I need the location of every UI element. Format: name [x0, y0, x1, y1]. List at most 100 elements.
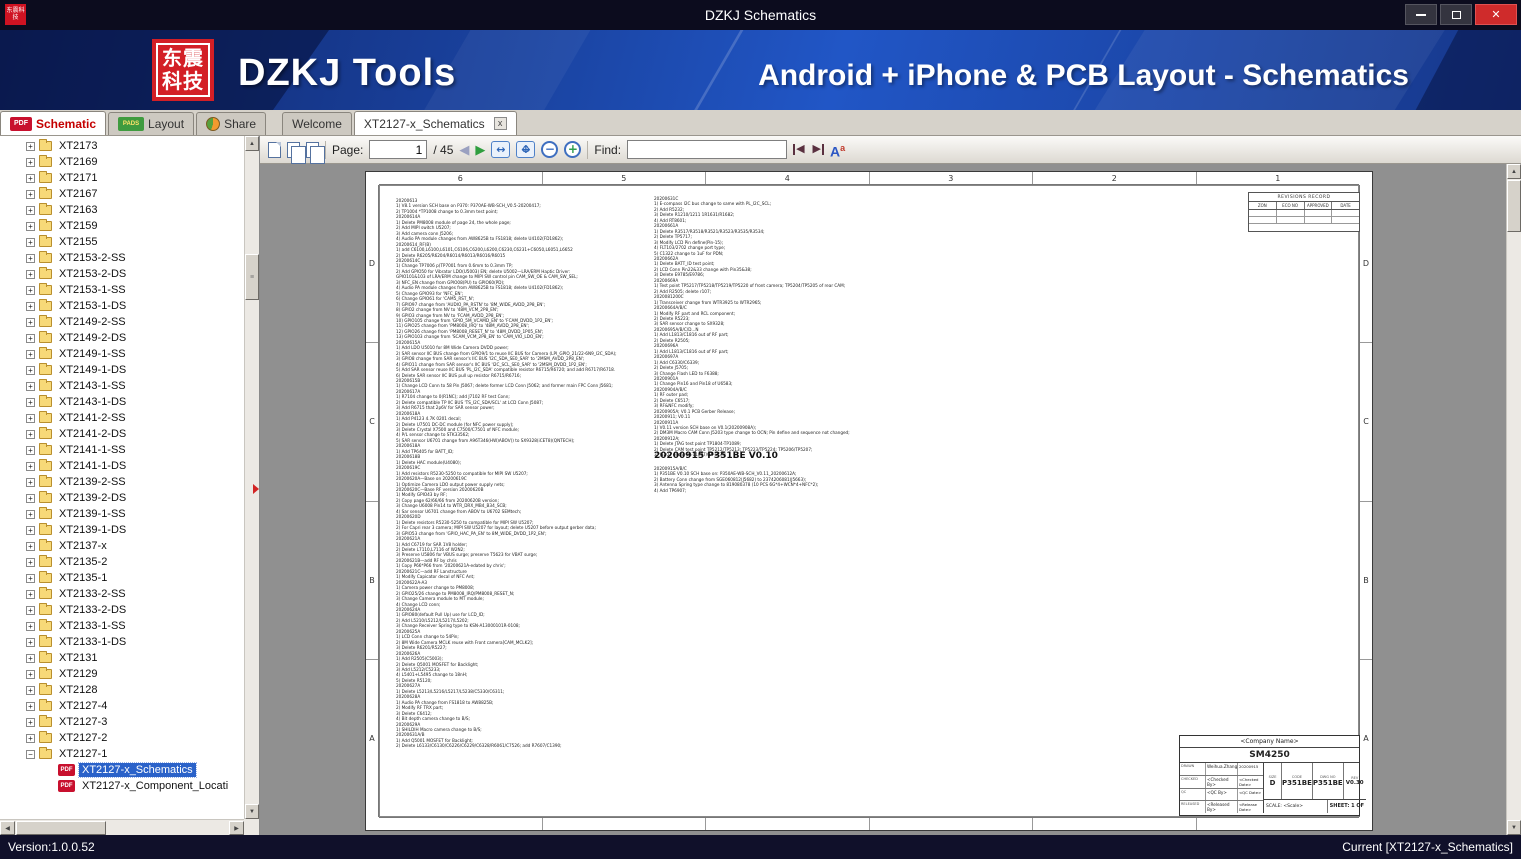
expand-icon[interactable]: +: [26, 493, 35, 503]
scroll-left-icon[interactable]: ◀: [0, 821, 15, 835]
expand-icon[interactable]: +: [26, 685, 35, 695]
collapse-icon[interactable]: −: [26, 749, 35, 759]
sidebar-hscroll-thumb[interactable]: [16, 821, 106, 835]
next-page-icon[interactable]: ▶: [475, 143, 485, 156]
sidebar-horizontal-scrollbar[interactable]: ◀ ▶: [0, 819, 244, 835]
tree-folder-item[interactable]: + XT2163: [0, 202, 244, 218]
tree-folder-item[interactable]: + XT2133-1-SS: [0, 618, 244, 634]
expand-icon[interactable]: +: [26, 237, 35, 247]
tree-folder-item-expanded[interactable]: − XT2127-1: [0, 746, 244, 762]
tree-folder-item[interactable]: + XT2137-x: [0, 538, 244, 554]
expand-icon[interactable]: +: [26, 461, 35, 471]
find-previous-icon[interactable]: ◀: [793, 144, 805, 155]
expand-icon[interactable]: +: [26, 141, 35, 151]
maximize-button[interactable]: [1440, 4, 1472, 25]
tree-folder-item[interactable]: + XT2133-2-SS: [0, 586, 244, 602]
fit-width-icon[interactable]: ↔: [491, 141, 511, 158]
tab-schematic[interactable]: PDF Schematic: [0, 111, 107, 135]
expand-icon[interactable]: +: [26, 605, 35, 615]
expand-icon[interactable]: +: [26, 381, 35, 391]
facing-pages-icon[interactable]: [287, 141, 306, 164]
expand-icon[interactable]: +: [26, 669, 35, 679]
tree-folder-item[interactable]: + XT2141-2-SS: [0, 410, 244, 426]
expand-icon[interactable]: +: [26, 701, 35, 711]
expand-icon[interactable]: +: [26, 173, 35, 183]
expand-icon[interactable]: +: [26, 157, 35, 167]
expand-icon[interactable]: +: [26, 349, 35, 359]
expand-icon[interactable]: +: [26, 189, 35, 199]
tree-folder-item[interactable]: + XT2127-4: [0, 698, 244, 714]
tree-folder-item[interactable]: + XT2167: [0, 186, 244, 202]
tab-share[interactable]: Share: [196, 112, 267, 135]
sidebar-scroll-thumb[interactable]: ≡: [245, 254, 259, 300]
tree-folder-item[interactable]: + XT2149-1-SS: [0, 346, 244, 362]
tree-folder-item[interactable]: + XT2135-1: [0, 570, 244, 586]
content-scroll-up-icon[interactable]: ▲: [1507, 164, 1521, 179]
scroll-right-icon[interactable]: ▶: [229, 821, 244, 835]
sidebar-vertical-scrollbar[interactable]: ▲ ≡ ▼: [244, 136, 259, 819]
continuous-pages-icon[interactable]: [306, 141, 325, 164]
content-scroll-down-icon[interactable]: ▼: [1507, 820, 1521, 835]
expand-icon[interactable]: +: [26, 269, 35, 279]
fit-page-icon[interactable]: ↔ ↕: [516, 141, 536, 158]
tree-folder-item[interactable]: + XT2131: [0, 650, 244, 666]
tree-folder-item[interactable]: + XT2141-1-DS: [0, 458, 244, 474]
expand-icon[interactable]: +: [26, 525, 35, 535]
tree-folder-item[interactable]: + XT2143-1-SS: [0, 378, 244, 394]
tree-folder-item[interactable]: + XT2153-2-SS: [0, 250, 244, 266]
scroll-down-icon[interactable]: ▼: [245, 804, 259, 819]
tab-current-document[interactable]: XT2127-x_Schematics x: [353, 111, 517, 135]
expand-icon[interactable]: +: [26, 365, 35, 375]
find-next-icon[interactable]: ▶: [812, 144, 824, 155]
close-button[interactable]: ✕: [1475, 4, 1517, 25]
tree-folder-item[interactable]: + XT2149-2-SS: [0, 314, 244, 330]
tree-folder-item[interactable]: + XT2141-1-SS: [0, 442, 244, 458]
expand-icon[interactable]: +: [26, 397, 35, 407]
expand-icon[interactable]: +: [26, 557, 35, 567]
tree-folder-item[interactable]: + XT2149-1-DS: [0, 362, 244, 378]
tree-folder-item[interactable]: + XT2149-2-DS: [0, 330, 244, 346]
expand-icon[interactable]: +: [26, 477, 35, 487]
tree-folder-item[interactable]: + XT2153-2-DS: [0, 266, 244, 282]
expand-icon[interactable]: +: [26, 429, 35, 439]
tree-folder-item[interactable]: + XT2159: [0, 218, 244, 234]
content-vertical-scrollbar[interactable]: ▲ ▼: [1506, 164, 1521, 835]
expand-icon[interactable]: +: [26, 589, 35, 599]
tree-doc-item[interactable]: PDF XT2127-x_Schematics: [0, 762, 244, 778]
tree-folder-item[interactable]: + XT2139-1-SS: [0, 506, 244, 522]
find-input[interactable]: [627, 140, 788, 159]
tree-doc-item[interactable]: PDF XT2127-x_Component_Locati: [0, 778, 244, 794]
content-scroll-thumb[interactable]: [1507, 180, 1521, 232]
tree-folder-item[interactable]: + XT2169: [0, 154, 244, 170]
tree-folder-item[interactable]: + XT2127-3: [0, 714, 244, 730]
tree-folder-item[interactable]: + XT2135-2: [0, 554, 244, 570]
tree-folder-item[interactable]: + XT2128: [0, 682, 244, 698]
tab-layout[interactable]: PADS Layout: [108, 112, 195, 135]
expand-icon[interactable]: +: [26, 637, 35, 647]
tree-folder-item[interactable]: + XT2141-2-DS: [0, 426, 244, 442]
document-viewport[interactable]: 654321 DCBA DCBA 20200613 1) V8.1 versio…: [260, 164, 1521, 835]
tree-folder-item[interactable]: + XT2139-2-SS: [0, 474, 244, 490]
match-case-icon[interactable]: Aa: [830, 141, 845, 159]
tree-folder-item[interactable]: + XT2153-1-SS: [0, 282, 244, 298]
expand-icon[interactable]: +: [26, 445, 35, 455]
expand-icon[interactable]: +: [26, 733, 35, 743]
tree-folder-item[interactable]: + XT2143-1-DS: [0, 394, 244, 410]
tree-folder-item[interactable]: + XT2129: [0, 666, 244, 682]
previous-page-icon[interactable]: ◀: [459, 143, 469, 156]
expand-icon[interactable]: +: [26, 621, 35, 631]
expand-icon[interactable]: +: [26, 285, 35, 295]
expand-icon[interactable]: +: [26, 317, 35, 327]
tree-folder-item[interactable]: + XT2133-2-DS: [0, 602, 244, 618]
tree-folder-item[interactable]: + XT2139-1-DS: [0, 522, 244, 538]
zoom-out-icon[interactable]: −: [541, 141, 559, 158]
tree-folder-item[interactable]: + XT2171: [0, 170, 244, 186]
scroll-up-icon[interactable]: ▲: [245, 136, 259, 151]
tree-folder-item[interactable]: + XT2139-2-DS: [0, 490, 244, 506]
pane-resize-marker-icon[interactable]: [253, 484, 259, 494]
single-page-icon[interactable]: [268, 141, 281, 158]
expand-icon[interactable]: +: [26, 301, 35, 311]
tree-folder-item[interactable]: + XT2173: [0, 138, 244, 154]
tree-folder-item[interactable]: + XT2155: [0, 234, 244, 250]
minimize-button[interactable]: [1405, 4, 1437, 25]
